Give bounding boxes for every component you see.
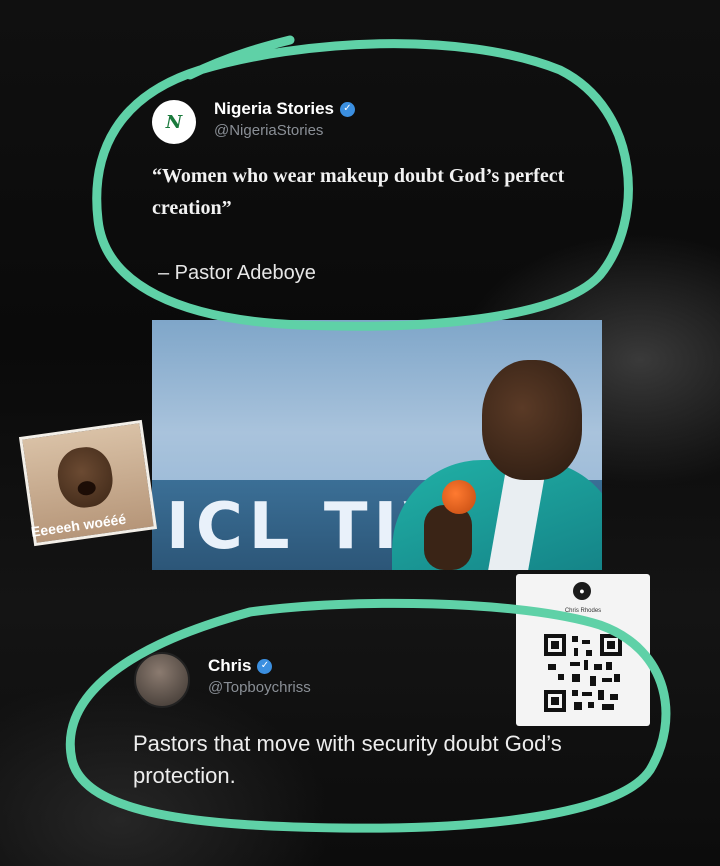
highlight-rings <box>65 35 671 833</box>
bottom-highlight-ring <box>65 598 671 833</box>
top-highlight-ring <box>92 35 633 331</box>
